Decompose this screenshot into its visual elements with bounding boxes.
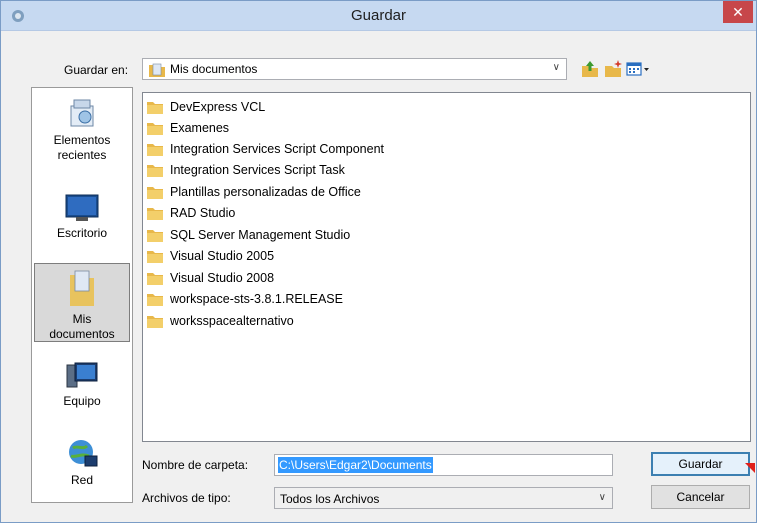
folder-icon [147,207,163,220]
file-type-select[interactable]: Todos los Archivos ∨ [274,487,613,509]
chevron-down-icon[interactable]: ∨ [553,62,560,73]
list-item[interactable]: Plantillas personalizadas de Office [147,181,361,202]
chevron-down-icon: ∨ [598,492,606,503]
close-button[interactable]: ✕ [723,1,753,23]
place-documents-label-2: documentos [49,327,115,341]
save-dialog: Guardar ✕ Guardar en: Mis documentos ∨ E… [0,0,757,523]
red-corner-marker [745,463,755,473]
folder-icon [147,293,163,306]
list-item[interactable]: workspace-sts-3.8.1.RELEASE [147,288,343,309]
folder-icon [147,143,163,156]
list-item[interactable]: Visual Studio 2005 [147,245,274,266]
file-name: SQL Server Management Studio [170,227,351,242]
file-name: Plantillas personalizadas de Office [170,184,361,199]
place-desktop-label: Escritorio [56,226,107,240]
folder-icon [147,186,163,199]
file-list[interactable]: DevExpress VCL Examenes Integration Serv… [142,92,751,442]
view-menu-icon[interactable] [626,59,654,79]
place-computer[interactable]: Equipo [34,361,130,419]
save-button[interactable]: Guardar [651,452,750,476]
list-item[interactable]: Visual Studio 2008 [147,267,274,288]
folder-icon [147,315,163,328]
folder-icon [147,272,163,285]
place-computer-label: Equipo [63,394,101,408]
desktop-icon [65,194,99,221]
file-name: RAD Studio [170,205,236,220]
recent-items-icon [70,99,94,127]
place-documents[interactable]: Mis documentos [34,263,130,342]
look-in-value: Mis documentos [170,62,258,76]
file-name: Visual Studio 2008 [170,270,275,285]
file-name: Integration Services Script Task [170,162,345,177]
folder-icon [147,229,163,242]
place-recent-items[interactable]: Elementos recientes [34,96,130,174]
look-in-label: Guardar en: [64,63,129,77]
window-title: Guardar [350,7,407,24]
file-name: workspace-sts-3.8.1.RELEASE [170,291,343,306]
file-name: Visual Studio 2005 [170,248,275,263]
computer-icon [66,362,98,388]
place-recent-label-2: recientes [57,148,107,162]
file-type-value: Todos los Archivos [280,492,380,506]
folder-name-value: C:\Users\Edgar2\Documents [278,457,433,473]
network-icon [69,440,98,467]
cancel-button[interactable]: Cancelar [651,485,750,509]
look-in-combobox[interactable]: Mis documentos ∨ [142,58,567,80]
places-bar: Elementos recientes Escritorio Mis docum… [31,87,133,503]
list-item[interactable]: worksspacealternativo [147,310,294,331]
folder-icon [147,250,163,263]
file-name: Examenes [170,120,230,135]
list-item[interactable]: DevExpress VCL [147,96,265,117]
documents-folder-icon [149,63,165,77]
place-recent-label-1: Elementos [53,133,111,147]
new-folder-icon[interactable] [603,59,623,79]
file-name: Integration Services Script Component [170,141,384,156]
list-item[interactable]: RAD Studio [147,202,235,223]
list-item[interactable]: SQL Server Management Studio [147,224,350,245]
up-folder-icon[interactable] [580,59,600,79]
folder-icon [147,122,163,135]
file-type-label: Archivos de tipo: [142,491,231,505]
place-desktop[interactable]: Escritorio [34,193,130,253]
documents-icon [70,270,94,306]
file-name: DevExpress VCL [170,99,266,114]
list-item[interactable]: Examenes [147,117,229,138]
folder-name-input[interactable]: C:\Users\Edgar2\Documents [274,454,613,476]
folder-icon [147,164,163,177]
place-documents-label-1: Mis [72,312,92,326]
list-item[interactable]: Integration Services Script Component [147,138,384,159]
list-item[interactable]: Integration Services Script Task [147,159,345,180]
close-icon: ✕ [732,3,744,20]
place-network-label: Red [70,473,93,487]
title-bar[interactable]: Guardar ✕ [1,1,756,31]
folder-name-label: Nombre de carpeta: [142,458,249,472]
folder-icon [147,101,163,114]
place-network[interactable]: Red [34,438,130,496]
file-name: worksspacealternativo [170,313,294,328]
